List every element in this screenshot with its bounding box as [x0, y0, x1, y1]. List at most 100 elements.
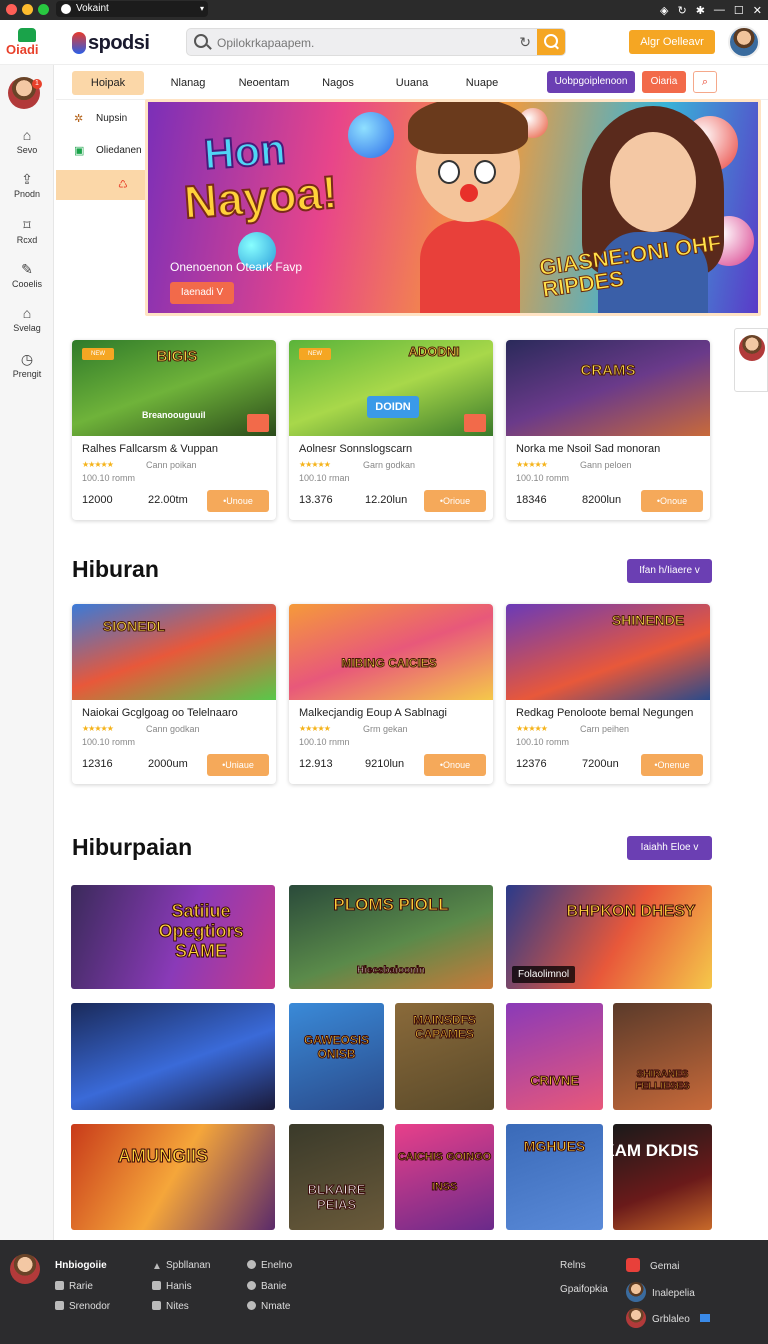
submenu-item-oliedanen[interactable]: ▣ Oliedanen [56, 136, 146, 166]
minimize-icon[interactable]: — [714, 4, 725, 16]
footer-link[interactable]: Rarie [55, 1281, 93, 1292]
hero-cta-button[interactable]: Iaenadi V [170, 282, 234, 304]
card-buy-button[interactable]: •Uniaue [207, 754, 269, 776]
footer-link[interactable]: Nites [152, 1301, 189, 1312]
sidebar-item-prengit[interactable]: ◷ Prengit [0, 351, 54, 391]
user-avatar[interactable] [728, 26, 760, 58]
ball-decoration [348, 112, 394, 158]
game-tile[interactable]: Satiiue Opegtiors SAME [71, 885, 275, 989]
hero-banner[interactable]: Hon Nayoa! GIASNE:ONI OHF RIPDES Onenoen… [145, 99, 761, 316]
game-card[interactable]: CRAMS Norka me Nsoil Sad monoran ★★★★★ G… [506, 340, 710, 520]
card-buy-button[interactable]: •Orioue [424, 490, 486, 512]
rating-stars-icon: ★★★★★ [299, 724, 331, 733]
card-image: NEW ADODNI DOIDN [289, 340, 493, 436]
sidebar-item-pnodn[interactable]: ⇪ Pnodn [0, 171, 54, 211]
brand-logo[interactable]: spodsi [72, 30, 150, 56]
tab-hoipak[interactable]: Hoipak [72, 71, 144, 95]
sidebar-item-sevo[interactable]: ⌂ Sevo [0, 127, 54, 167]
game-tile[interactable]: BHPKON DHESY Folaolimnol [506, 885, 712, 989]
home-outline-icon: ⌂ [22, 305, 32, 321]
tab-uuana[interactable]: Uuana [386, 71, 438, 95]
settings-icon[interactable]: ✱ [696, 4, 705, 17]
tab-nagos[interactable]: Nagos [312, 71, 364, 95]
game-tile[interactable]: CAICHIS GOINGO INSS [395, 1124, 494, 1230]
game-tile[interactable]: CRIVNE [506, 1003, 603, 1110]
game-tile[interactable]: GAWEOSIS ONISB [289, 1003, 384, 1110]
footer-link[interactable]: Banie [247, 1281, 287, 1292]
circle-icon [247, 1281, 256, 1290]
footer-link[interactable]: Relns [560, 1260, 586, 1271]
card-buy-button[interactable]: •Unoue [207, 490, 269, 512]
card-buy-button[interactable]: •Onenue [641, 754, 703, 776]
card-buy-button[interactable]: •Onoue [424, 754, 486, 776]
game-card[interactable]: NEW ADODNI DOIDN Aolnesr Sonnslogscarn ★… [289, 340, 493, 520]
game-card[interactable]: SHINENDE Redkag Penoloote bemal Negungen… [506, 604, 710, 784]
close-icon[interactable]: ✕ [753, 4, 762, 17]
signin-button[interactable]: Algr Oelleavr [629, 30, 715, 54]
footer-link[interactable]: Enelno [247, 1260, 292, 1271]
section-title-hiburan: Hiburan [72, 556, 159, 582]
game-tile[interactable]: MAINSDFS CAPAMES [395, 1003, 494, 1110]
bookmark-icon[interactable] [247, 414, 269, 432]
app-logo[interactable]: Oiadi [6, 28, 48, 57]
side-peek-panel[interactable] [734, 328, 768, 392]
search-input[interactable]: Opilokrkapaapem. [217, 36, 314, 50]
search-small-icon[interactable]: ⌕ [693, 71, 717, 93]
notification-badge: 1 [32, 79, 42, 89]
card-image: MIBING CAICIES [289, 604, 493, 700]
purple-action-button[interactable]: Uobpgoiplenoon [547, 71, 635, 93]
footer-link[interactable]: Gemai [626, 1258, 679, 1272]
game-card[interactable]: NEW BIGIS Breanoouguuil Ralhes Fallcarsm… [72, 340, 276, 520]
footer-link[interactable]: Hanis [152, 1281, 192, 1292]
shield-icon[interactable]: ◈ [660, 4, 668, 17]
restore-icon[interactable]: ☐ [734, 4, 744, 17]
footer-link[interactable]: Nmate [247, 1301, 290, 1312]
game-tile[interactable]: MGHUES [506, 1124, 603, 1230]
search-button[interactable] [537, 29, 565, 55]
tab-nuape[interactable]: Nuape [456, 71, 508, 95]
top-header: Oiadi spodsi Opilokrkapaapem. ↻ Algr Oel… [0, 20, 768, 65]
tab-neoentam[interactable]: Neoentam [232, 71, 296, 95]
game-tile[interactable]: SHIRANES FELLIESES [613, 1003, 712, 1110]
game-tile[interactable]: AMUNGIIS [71, 1124, 275, 1230]
close-window-button[interactable] [6, 4, 17, 15]
game-tile[interactable]: PLOMS PIOLL Hiecsbaioonin [289, 885, 493, 989]
sidebar-item-svelag[interactable]: ⌂ Svelag [0, 305, 54, 345]
card-buy-button[interactable]: •Onoue [641, 490, 703, 512]
bookmark-icon[interactable] [464, 414, 486, 432]
game-card[interactable]: MIBING CAICIES Malkecjandig Eoup A Sabln… [289, 604, 493, 784]
recycle-icon: ♺ [118, 179, 128, 191]
maximize-window-button[interactable] [38, 4, 49, 15]
chevron-down-icon[interactable]: ▾ [200, 1, 204, 17]
search-bar[interactable]: Opilokrkapaapem. ↻ [186, 28, 566, 56]
game-tile[interactable] [71, 1003, 275, 1110]
submenu-item-active[interactable]: ♺ [56, 170, 146, 200]
hero-character-boy [398, 102, 538, 313]
footer-link[interactable]: ▲ Spbllanan [152, 1260, 210, 1272]
section-title-hiburpaian: Hiburpaian [72, 834, 193, 860]
sidebar-item-rcxd[interactable]: ⌑ Rcxd [0, 217, 54, 257]
tab-favicon-icon [61, 4, 71, 14]
game-card[interactable]: SIONEDL Naiokai Gcglgoag oo Telelnaaro ★… [72, 604, 276, 784]
submenu-item-nupsin[interactable]: ✲ Nupsin [56, 104, 146, 134]
reload-icon[interactable]: ↻ [677, 4, 686, 17]
footer-link[interactable]: Srenodor [55, 1301, 110, 1312]
footer-link[interactable]: Inalepelia [626, 1282, 695, 1302]
red-action-button[interactable]: Oiaria [642, 71, 686, 93]
peek-avatar[interactable] [739, 335, 765, 361]
game-tile[interactable]: BLKAIRE PEIAS [289, 1124, 384, 1230]
browser-tab[interactable]: Vokaint ▾ [56, 1, 208, 17]
footer-user-avatar [626, 1308, 646, 1328]
search-icon [194, 34, 208, 48]
game-tile[interactable]: KAM DKDIS [613, 1124, 712, 1230]
tab-nlanag[interactable]: Nlanag [160, 71, 216, 95]
see-more-button[interactable]: Ifan h/Iiaere v [627, 559, 712, 583]
refresh-icon[interactable]: ↻ [519, 34, 531, 51]
footer-avatar [10, 1254, 40, 1284]
footer-link[interactable]: Gpaifopkia [560, 1284, 608, 1295]
circle-icon [247, 1260, 256, 1269]
sidebar-item-cooelis[interactable]: ✎ Cooelis [0, 261, 54, 301]
minimize-window-button[interactable] [22, 4, 33, 15]
see-more-button[interactable]: Iaiahh Eloe v [627, 836, 712, 860]
footer-link[interactable]: Grblaleo [626, 1308, 710, 1328]
